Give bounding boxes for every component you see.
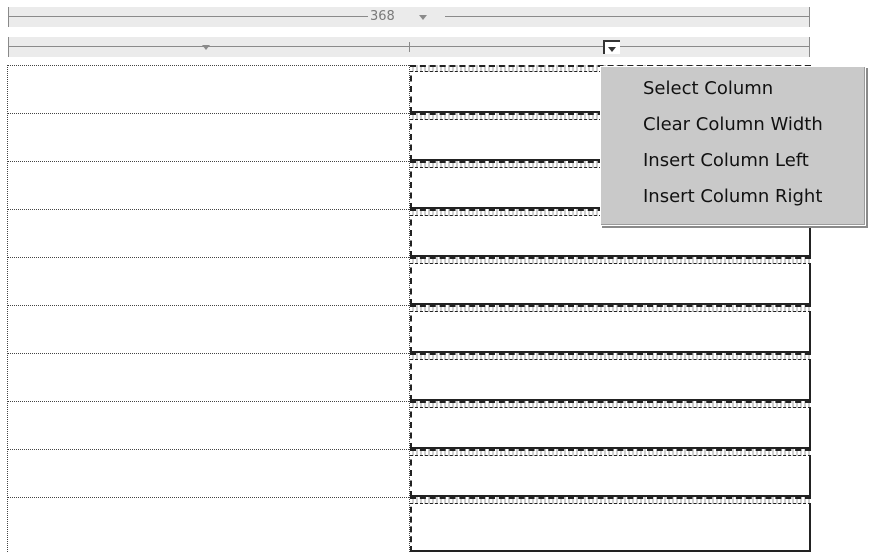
table-row-divider [8,353,411,354]
table-cell[interactable] [410,257,811,305]
chevron-down-icon [608,47,616,52]
column-width-ruler [8,37,810,57]
table-width-label: 368 [370,9,395,24]
table-row-divider [8,209,411,210]
ruler-end-tick [809,7,810,27]
column-divider-tick [409,42,410,52]
dropdown-triangle-icon[interactable] [419,15,427,20]
table-row-divider [8,257,411,258]
table-row-divider [8,449,411,450]
table-column-1[interactable] [7,65,411,552]
column-context-menu: Select Column Clear Column Width Insert … [600,66,866,226]
table-cell[interactable] [410,401,811,449]
table-row-divider [8,497,411,498]
table-row-divider [8,161,411,162]
menu-item-insert-column-left[interactable]: Insert Column Left [601,147,865,183]
table-design-surface: 368 Select Column Clear Column Width Ins… [0,0,893,552]
column-ruler-start-tick [8,37,9,57]
table-cell[interactable] [410,497,811,552]
table-row-divider [8,65,411,66]
ruler-line-left [8,16,368,17]
menu-item-insert-column-right[interactable]: Insert Column Right [601,183,865,219]
table-cell[interactable] [410,305,811,353]
table-row-divider [8,401,411,402]
column-ruler-end-tick [809,37,810,57]
menu-item-clear-column-width[interactable]: Clear Column Width [601,111,865,147]
table-cell[interactable] [410,353,811,401]
menu-item-select-column[interactable]: Select Column [601,75,865,111]
table-width-ruler [8,7,810,27]
ruler-line-right [445,16,810,17]
column-menu-button[interactable] [603,40,620,54]
table-row-divider [8,113,411,114]
dropdown-triangle-icon[interactable] [202,45,210,50]
table-cell[interactable] [410,449,811,497]
ruler-start-tick [8,7,9,27]
table-row-divider [8,305,411,306]
